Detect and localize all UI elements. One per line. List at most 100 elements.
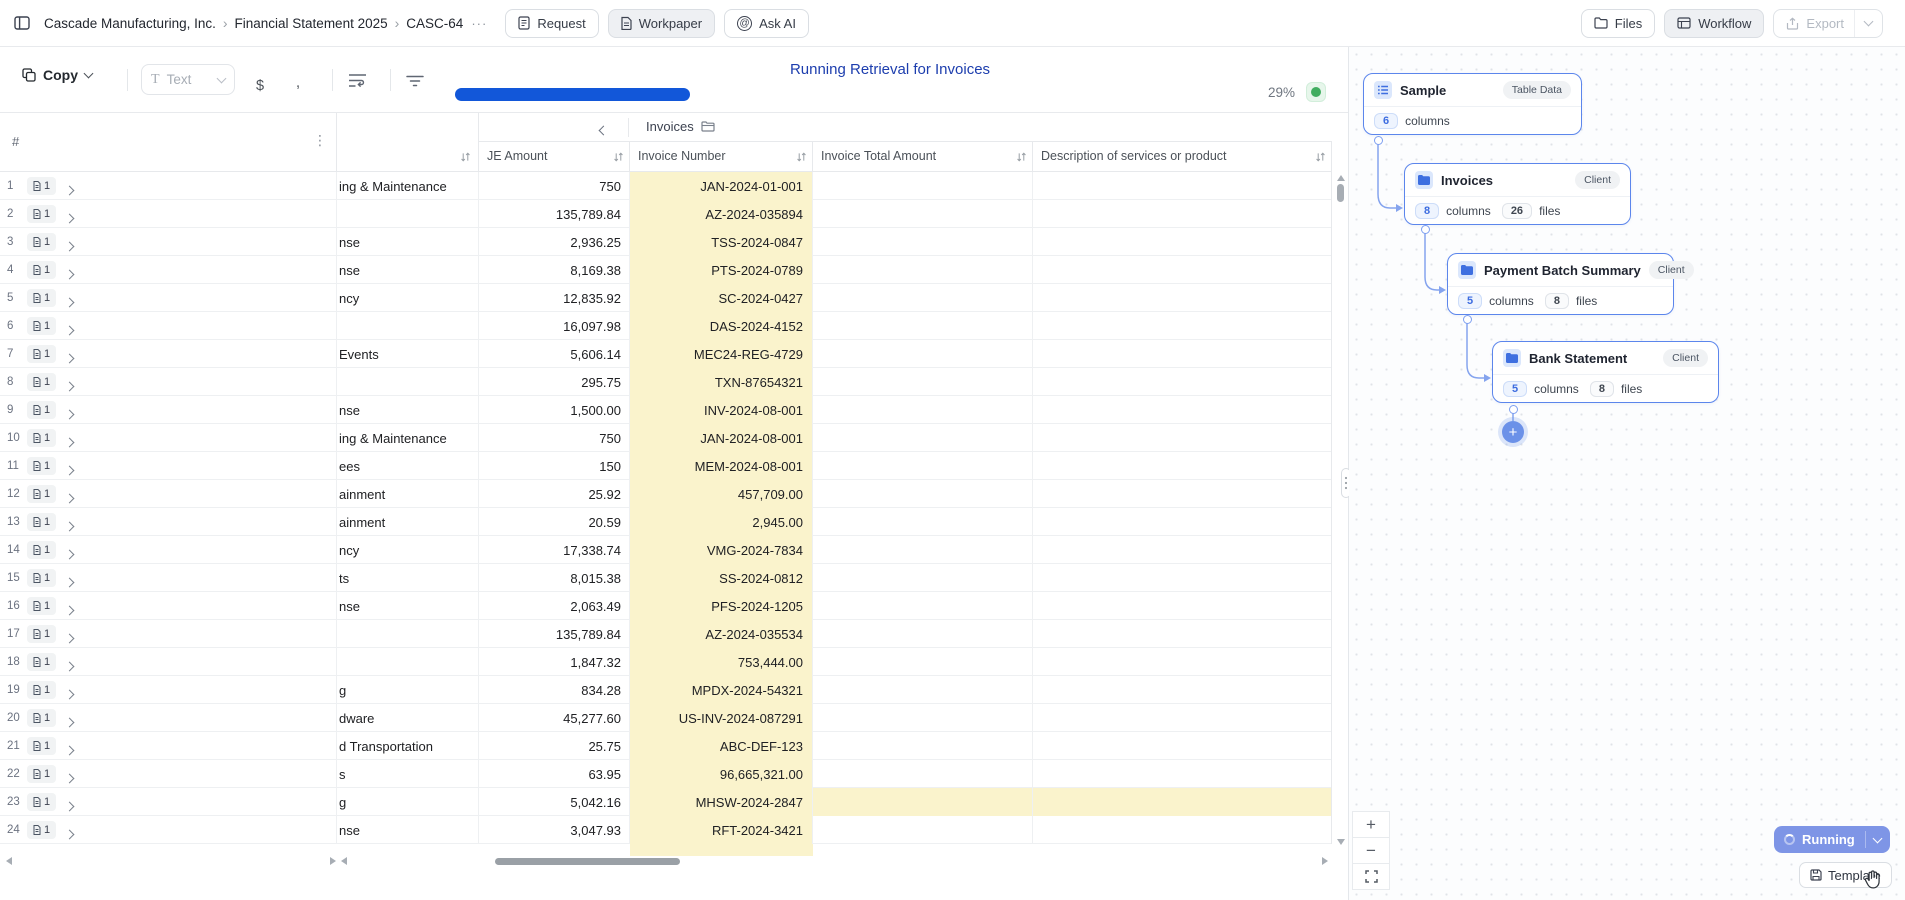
cell-invoice-number[interactable]: 457,709.00 [630, 480, 813, 508]
row-expand-icon[interactable] [66, 462, 73, 477]
cell-je-amount[interactable]: 295.75 [479, 368, 630, 396]
cell-je-amount[interactable]: 8,015.38 [479, 564, 630, 592]
cell-invoice-number[interactable]: PTS-2024-0789 [630, 256, 813, 284]
cell-description-partial[interactable]: s [337, 760, 479, 788]
ask-ai-button[interactable]: @ Ask AI [724, 9, 809, 38]
row-doc-badge[interactable]: 1 [27, 345, 56, 363]
cell-description-partial[interactable]: ees [337, 452, 479, 480]
row-doc-badge[interactable]: 1 [27, 793, 56, 811]
cell-invoice-number[interactable]: AZ-2024-035534 [630, 620, 813, 648]
cell-je-amount[interactable]: 5,606.14 [479, 340, 630, 368]
row-expand-icon[interactable] [66, 518, 73, 533]
row-expand-icon[interactable] [66, 630, 73, 645]
cell-invoice-total[interactable] [813, 648, 1033, 676]
cell-invoice-total[interactable] [813, 564, 1033, 592]
breadcrumb-more-icon[interactable]: ··· [471, 16, 487, 31]
cell-invoice-total[interactable] [813, 676, 1033, 704]
cell-description[interactable] [1033, 564, 1332, 592]
sort-icon[interactable] [1016, 151, 1027, 163]
row-doc-badge[interactable]: 1 [27, 765, 56, 783]
vertical-scrollbar-thumb[interactable] [1337, 184, 1344, 202]
row-expand-icon[interactable] [66, 238, 73, 253]
cell-description-partial[interactable] [337, 368, 479, 396]
sort-icon[interactable] [1315, 151, 1326, 163]
cell-invoice-number[interactable]: JAN-2024-08-001 [630, 424, 813, 452]
cell-description[interactable] [1033, 480, 1332, 508]
request-button[interactable]: Request [505, 9, 598, 38]
scroll-up-icon[interactable] [1337, 175, 1345, 181]
cell-invoice-number[interactable]: INV-2024-08-001 [630, 396, 813, 424]
node-port[interactable] [1421, 225, 1430, 234]
cell-invoice-number[interactable]: TSS-2024-0847 [630, 228, 813, 256]
row-doc-badge[interactable]: 1 [27, 233, 56, 251]
row-expand-icon[interactable] [66, 434, 73, 449]
cell-je-amount[interactable]: 135,789.84 [479, 620, 630, 648]
sort-icon[interactable] [613, 151, 624, 163]
row-doc-badge[interactable]: 1 [27, 485, 56, 503]
column-header-invoice-total[interactable]: Invoice Total Amount [813, 142, 1033, 172]
scroll-right-icon[interactable] [1322, 857, 1328, 865]
cell-je-amount[interactable]: 8,169.38 [479, 256, 630, 284]
decimal-format-button[interactable]: , [296, 75, 300, 91]
cell-invoice-total[interactable] [813, 508, 1033, 536]
horizontal-scrollbar-thumb[interactable] [495, 858, 680, 865]
flow-node-bank-statement[interactable]: Bank Statement Client 5 columns 8 files [1492, 341, 1719, 403]
cell-description[interactable] [1033, 704, 1332, 732]
cell-invoice-total[interactable] [813, 704, 1033, 732]
zoom-out-button[interactable]: − [1352, 837, 1390, 864]
running-caret-button[interactable] [1865, 831, 1881, 848]
wrap-text-button[interactable] [348, 73, 368, 88]
table-row[interactable]: 231g5,042.16MHSW-2024-2847 [0, 788, 1332, 816]
cell-description[interactable] [1033, 200, 1332, 228]
cell-description-partial[interactable]: ing & Maintenance [337, 424, 479, 452]
table-row[interactable]: 131ainment20.592,945.00 [0, 508, 1332, 536]
files-button[interactable]: Files [1581, 9, 1655, 38]
cell-invoice-number[interactable]: MEC24-REG-4729 [630, 340, 813, 368]
cell-description[interactable] [1033, 228, 1332, 256]
cell-description-partial[interactable]: d Transportation [337, 732, 479, 760]
cell-invoice-number[interactable]: SS-2024-0812 [630, 564, 813, 592]
row-expand-icon[interactable] [66, 210, 73, 225]
table-row[interactable]: 111ees150MEM-2024-08-001 [0, 452, 1332, 480]
node-port[interactable] [1509, 405, 1518, 414]
table-row[interactable]: 71Events5,606.14MEC24-REG-4729 [0, 340, 1332, 368]
table-row[interactable]: 141ncy17,338.74VMG-2024-7834 [0, 536, 1332, 564]
row-doc-badge[interactable]: 1 [27, 681, 56, 699]
row-expand-icon[interactable] [66, 322, 73, 337]
cell-description-partial[interactable]: ainment [337, 508, 479, 536]
cell-invoice-total[interactable] [813, 256, 1033, 284]
cell-description[interactable] [1033, 676, 1332, 704]
cell-invoice-total[interactable] [813, 340, 1033, 368]
cell-description-partial[interactable] [337, 200, 479, 228]
filter-button[interactable] [406, 75, 424, 87]
cell-description-partial[interactable]: ncy [337, 284, 479, 312]
cell-description[interactable] [1033, 592, 1332, 620]
row-doc-badge[interactable]: 1 [27, 737, 56, 755]
row-doc-badge[interactable]: 1 [27, 373, 56, 391]
cell-invoice-total[interactable] [813, 732, 1033, 760]
scroll-pane-left-icon[interactable] [341, 857, 347, 865]
cell-description[interactable] [1033, 284, 1332, 312]
row-doc-badge[interactable]: 1 [27, 653, 56, 671]
breadcrumb-document[interactable]: CASC-64 [406, 16, 463, 31]
currency-format-button[interactable]: $ [256, 78, 264, 94]
cell-description-partial[interactable] [337, 620, 479, 648]
table-row[interactable]: 41nse8,169.38PTS-2024-0789 [0, 256, 1332, 284]
workflow-button[interactable]: Workflow [1664, 9, 1764, 38]
scroll-down-icon[interactable] [1337, 839, 1345, 845]
cell-invoice-total[interactable] [813, 536, 1033, 564]
cell-invoice-number[interactable]: PFS-2024-1205 [630, 592, 813, 620]
table-row[interactable]: 211d Transportation25.75ABC-DEF-123 [0, 732, 1332, 760]
cell-description[interactable] [1033, 172, 1332, 200]
cell-description[interactable] [1033, 648, 1332, 676]
table-row[interactable]: 151ts8,015.38SS-2024-0812 [0, 564, 1332, 592]
cell-je-amount[interactable]: 3,047.93 [479, 816, 630, 844]
cell-description-partial[interactable]: ing & Maintenance [337, 172, 479, 200]
row-doc-badge[interactable]: 1 [27, 177, 56, 195]
column-menu-icon[interactable]: ⋮ [313, 132, 327, 149]
table-row[interactable]: 11ing & Maintenance750JAN-2024-01-001 [0, 172, 1332, 200]
cell-invoice-number[interactable]: ABC-DEF-123 [630, 732, 813, 760]
row-expand-icon[interactable] [66, 574, 73, 589]
row-doc-badge[interactable]: 1 [27, 569, 56, 587]
row-doc-badge[interactable]: 1 [27, 597, 56, 615]
